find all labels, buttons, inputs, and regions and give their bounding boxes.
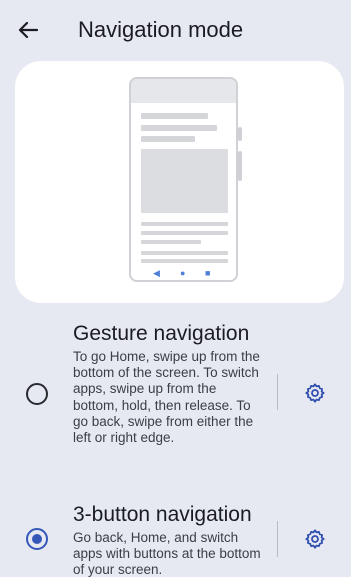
placeholder-line <box>141 240 201 244</box>
option-description: To go Home, swipe up from the bottom of … <box>73 349 260 446</box>
arrow-left-icon <box>18 21 39 39</box>
gear-icon <box>305 529 325 549</box>
phone-side-button <box>238 151 242 181</box>
3-button-settings-button[interactable] <box>299 523 331 555</box>
nav-home-glyph: ● <box>180 268 186 278</box>
placeholder-line <box>141 113 208 119</box>
page-title: Navigation mode <box>78 17 244 42</box>
nav-recents-glyph: ■ <box>205 268 211 278</box>
back-button[interactable] <box>10 14 46 46</box>
phone-illustration: ◀ ● ■ <box>129 77 238 282</box>
phone-status-area <box>131 79 236 103</box>
option-3-button-navigation[interactable]: 3-button navigation Go back, Home, and s… <box>0 499 351 577</box>
placeholder-line <box>141 259 228 263</box>
placeholder-line <box>141 251 228 255</box>
placeholder-line <box>141 136 195 142</box>
phone-side-button <box>238 127 242 141</box>
gesture-settings-button[interactable] <box>299 377 331 409</box>
placeholder-line <box>141 231 228 235</box>
option-title: Gesture navigation <box>73 322 250 345</box>
placeholder-line <box>141 125 217 131</box>
option-title: 3-button navigation <box>73 503 252 526</box>
option-gesture-navigation[interactable]: Gesture navigation To go Home, swipe up … <box>0 318 351 478</box>
option-description: Go back, Home, and switch apps with butt… <box>73 530 261 577</box>
placeholder-image <box>141 149 228 213</box>
navigation-illustration-card: ◀ ● ■ <box>15 61 344 303</box>
gear-icon <box>305 383 325 403</box>
nav-back-glyph: ◀ <box>153 268 160 278</box>
top-app-bar: Navigation mode <box>0 0 351 60</box>
divider <box>277 521 278 557</box>
divider <box>277 374 278 410</box>
3-button-navigation-radio[interactable] <box>26 528 48 550</box>
gesture-navigation-radio[interactable] <box>26 383 48 405</box>
placeholder-line <box>141 222 228 226</box>
